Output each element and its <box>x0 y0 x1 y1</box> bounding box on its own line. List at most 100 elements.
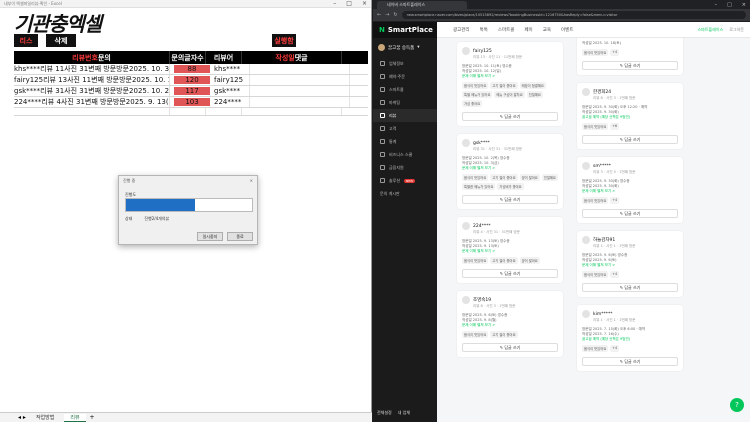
expand-link[interactable]: 꿈고꿈 예약 (예당 산학은 9범연) <box>582 115 678 120</box>
back-icon[interactable]: ← <box>377 12 381 18</box>
sidebar-item-info[interactable]: 업체정보 <box>373 57 437 70</box>
table-row[interactable]: khs****리뷰 11사진 31변째 방문방문2025. 10. 30(목) … <box>14 64 368 75</box>
cell-reviewer[interactable]: khs**** <box>214 64 250 74</box>
cell-review[interactable]: 224****리뷰 4사진 31변째 방문방문2025. 9. 13(토)방 <box>14 97 170 107</box>
sidebar-item-review[interactable]: 리뷰 <box>373 109 437 122</box>
sidebar-item-booking[interactable]: 예약·주문 <box>373 70 437 83</box>
cell-reply[interactable] <box>250 97 350 107</box>
cell-reply[interactable] <box>250 75 350 85</box>
table-row[interactable]: gsk****리뷰 31사진 31변째 방문방문2025. 10. 2(목)방 … <box>14 86 368 97</box>
progress-bar <box>125 198 253 212</box>
cell-review[interactable]: khs****리뷰 11사진 31변째 방문방문2025. 10. 30(목) <box>14 64 170 74</box>
cell-count[interactable]: 103 <box>174 98 210 106</box>
reply-button[interactable]: ✎ 답글 쓰기 <box>462 343 558 352</box>
keyword-tag: 양이 많아요 <box>519 257 540 264</box>
reply-button[interactable]: ✎ 답글 쓰기 <box>582 357 678 366</box>
run-button[interactable]: 실행함 <box>272 34 296 47</box>
cell-reviewer[interactable]: gsk**** <box>214 86 250 96</box>
keyword-tag: 가성비가 좋아요 <box>497 183 524 190</box>
avatar <box>582 88 590 96</box>
table-header: 리뷰번호 문의 문의글자수 리뷰어 작성일 댓글 <box>14 51 368 64</box>
megaphone-icon <box>380 100 385 105</box>
sidebar-item-board[interactable]: 문의 게시판 <box>373 187 437 200</box>
reload-icon[interactable]: ↻ <box>393 12 397 18</box>
stop-button[interactable]: 종료 <box>227 232 253 241</box>
store-avatar <box>378 44 385 51</box>
close-icon[interactable]: × <box>742 2 746 8</box>
maximize-icon[interactable]: □ <box>346 0 352 7</box>
add-sheet-icon[interactable]: + <box>90 414 95 421</box>
sidebar-item-finance[interactable]: 금융지원 <box>373 161 437 174</box>
sidebar-item-school[interactable]: 비즈니스 스쿨 <box>373 148 437 161</box>
menu-item[interactable]: 이벤트 <box>561 27 573 33</box>
reviewer-stats: 리뷰 31 · 사진 31 · 31번째 방문 <box>473 147 523 151</box>
cell-reviewer[interactable]: 224**** <box>214 97 250 107</box>
help-button[interactable]: ? <box>730 398 744 412</box>
cell-review[interactable]: gsk****리뷰 31사진 31변째 방문방문2025. 10. 2(목)방 <box>14 86 170 96</box>
reply-button[interactable]: ✎ 답글 쓰기 <box>582 61 678 70</box>
store-selector[interactable]: 꿈고꿈 승득품 ▾ <box>373 38 437 57</box>
cell-reply[interactable] <box>250 64 350 74</box>
cell-reviewer[interactable] <box>206 108 242 115</box>
cell-reviewer[interactable]: fairy125 <box>214 75 250 85</box>
smartplace-logo[interactable]: N SmartPlace <box>373 21 437 38</box>
reply-button[interactable]: ✎ 답글 쓰기 <box>582 283 678 292</box>
delete-button[interactable]: 삭제 <box>46 34 76 47</box>
table-row[interactable] <box>14 108 368 116</box>
expand-link[interactable]: 문제 이해 펼쳐 보기 > <box>462 323 558 328</box>
logout-link[interactable]: 로그아웃 <box>729 27 744 33</box>
sheet-tab[interactable]: 작업방법 <box>30 414 60 421</box>
expand-link[interactable]: 꿈고꿈 예약 (예당 산학은 9범연) <box>582 337 678 342</box>
cell-review[interactable] <box>14 108 170 115</box>
table-row[interactable]: 224****리뷰 4사진 31변째 방문방문2025. 9. 13(토)방 1… <box>14 97 368 108</box>
cell-count[interactable] <box>170 108 206 115</box>
sidebar-item-marketing[interactable]: 마케팅 <box>373 96 437 109</box>
keyword-tag: 음식이 맛있어요 <box>462 257 489 264</box>
sheet-nav-icon[interactable]: ◂ ▸ <box>18 414 26 421</box>
pause-button[interactable]: 일시중지 <box>197 232 223 241</box>
cell-count[interactable]: 88 <box>174 65 210 73</box>
review-card: 조영숙19 리뷰 8 · 사진 3 · 1번째 방문 방문일 2025. 9. 6(… <box>457 291 563 357</box>
sidebar-item-solution[interactable]: 솔루션 NEW <box>373 174 437 187</box>
dialog-close-icon[interactable]: × <box>250 178 253 183</box>
menu-item[interactable]: 페이 <box>524 27 532 33</box>
keyword-tag: 고기 질이 좋아요 <box>490 174 518 181</box>
minimize-icon[interactable]: – <box>715 2 718 8</box>
cell-count[interactable]: 120 <box>174 76 210 84</box>
reply-button[interactable]: ✎ 답글 쓰기 <box>582 135 678 144</box>
sheet-tab-active[interactable]: 리뷰 <box>64 413 86 422</box>
reply-button[interactable]: ✎ 답글 쓰기 <box>462 112 558 121</box>
settings-link[interactable]: 전체설정 <box>377 410 392 416</box>
cell-count[interactable]: 117 <box>174 87 210 95</box>
menu-item[interactable]: 스마트콜 <box>498 27 515 33</box>
my-store-link[interactable]: 내 업체 <box>398 410 410 416</box>
menu-item[interactable]: 톡톡 <box>480 27 488 33</box>
sidebar-item-stats[interactable]: 통계 <box>373 135 437 148</box>
smartplace-link[interactable]: 스마트플레이스 <box>698 27 724 33</box>
url-field[interactable]: new.smartplace.naver.com/bizes/place/105… <box>401 11 746 19</box>
avatar <box>462 47 470 55</box>
reply-button[interactable]: ✎ 답글 쓰기 <box>462 195 558 204</box>
forward-icon[interactable]: → <box>385 12 389 18</box>
reply-button[interactable]: ✎ 답글 쓰기 <box>462 269 558 278</box>
menu-item[interactable]: 광고관리 <box>453 27 470 33</box>
sidebar-item-customer[interactable]: 고객 <box>373 122 437 135</box>
expand-link[interactable]: 문제 이해 펼쳐 보기 > <box>462 166 558 171</box>
cell-review[interactable]: fairy125리뷰 13사진 11변째 방문방문2025. 10. 11(토) <box>14 75 170 85</box>
reply-button[interactable]: ✎ 답글 쓰기 <box>582 209 678 218</box>
minimize-icon[interactable]: – <box>333 0 336 7</box>
menu-item[interactable]: 교육 <box>543 27 551 33</box>
expand-link[interactable]: 문제 이해 펼쳐 보기 > <box>582 189 678 194</box>
browser-tab[interactable]: 네이버 스마트플레이스 <box>377 0 467 9</box>
table-row[interactable]: fairy125리뷰 13사진 11변째 방문방문2025. 10. 11(토)… <box>14 75 368 86</box>
cell-reply[interactable] <box>242 108 342 115</box>
expand-link[interactable]: 문제 이해 펼쳐 보기 > <box>582 263 678 268</box>
expand-link[interactable]: 문제 이해 펼쳐 보기 > <box>462 249 558 254</box>
sidebar: 꿈고꿈 승득품 ▾ 업체정보 예약·주문 스마트콜 마케팅 리뷰 고객 통계 비… <box>373 38 437 422</box>
expand-link[interactable]: 문제 이해 펼쳐 보기 > <box>462 74 558 79</box>
close-icon[interactable]: × <box>362 0 367 7</box>
maximize-icon[interactable]: □ <box>727 2 732 8</box>
cell-reply[interactable] <box>250 86 350 96</box>
reset-button[interactable]: 리스 <box>14 34 38 47</box>
sidebar-item-smartcall[interactable]: 스마트콜 <box>373 83 437 96</box>
